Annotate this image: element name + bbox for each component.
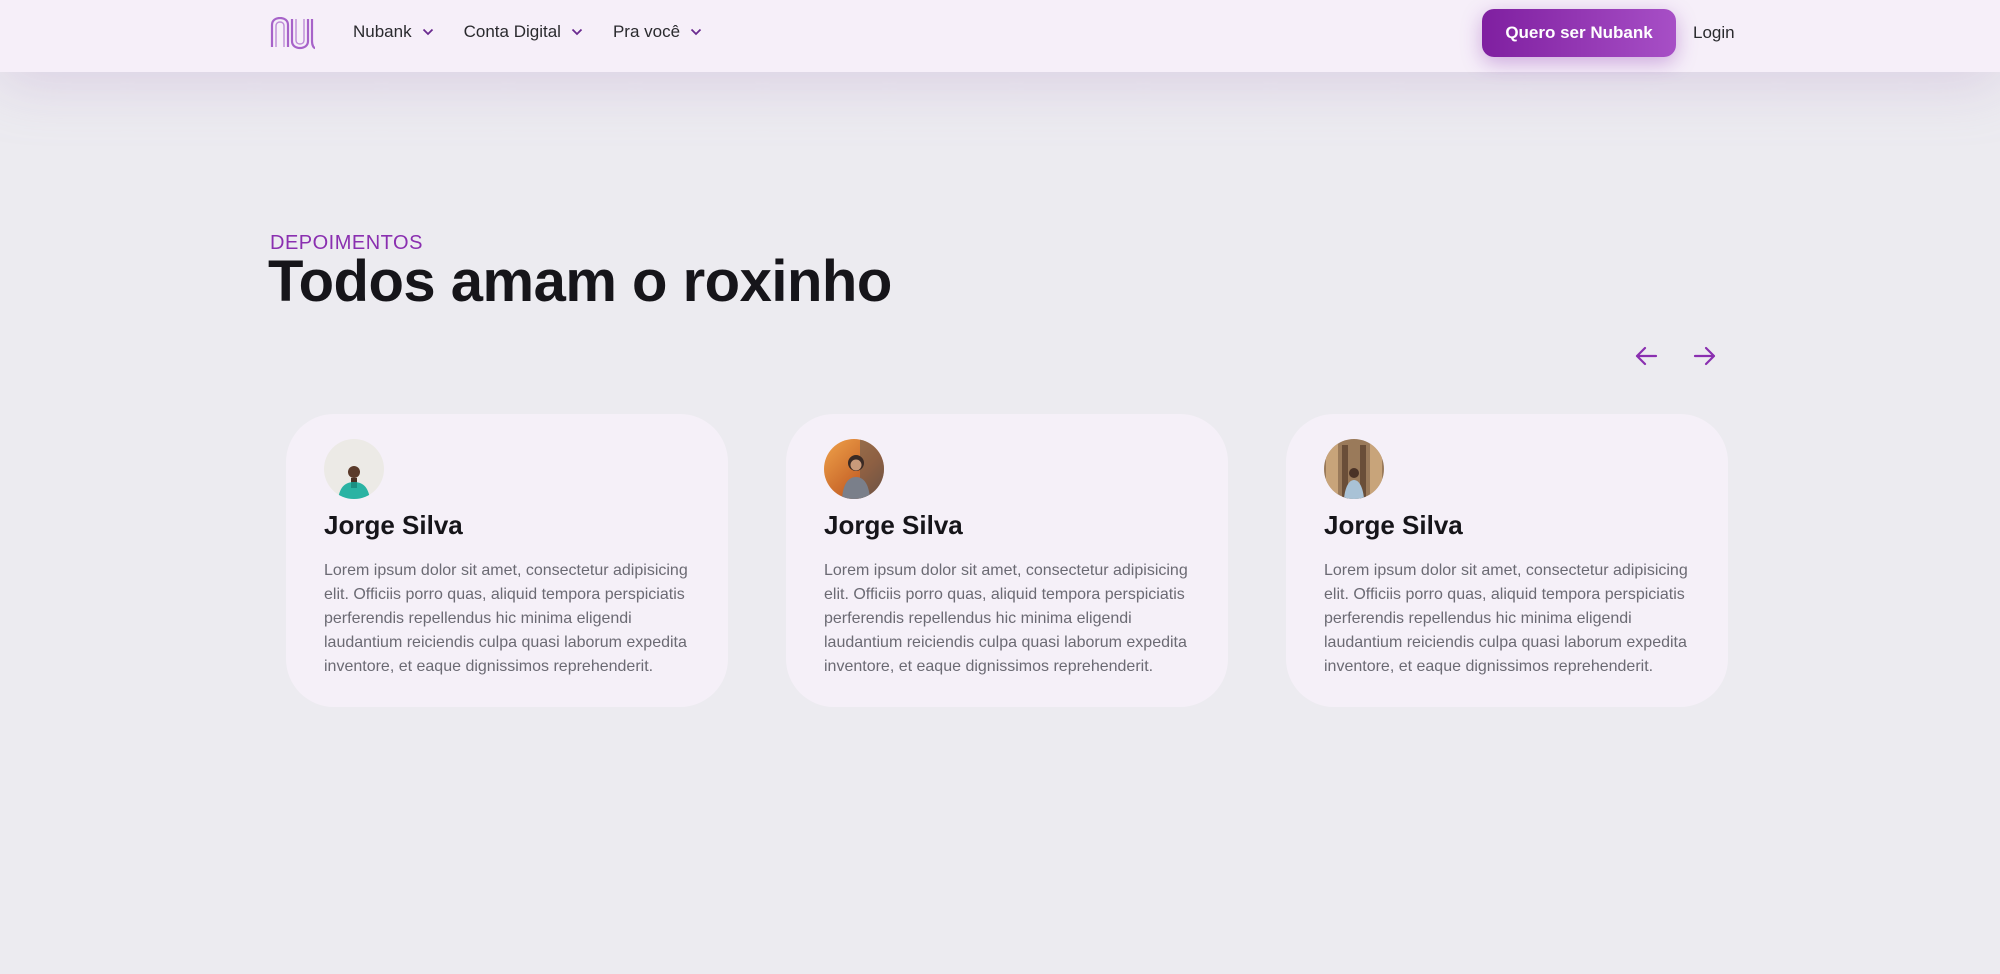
carousel-prev-button[interactable] xyxy=(1630,340,1662,372)
quero-ser-nubank-button[interactable]: Quero ser Nubank xyxy=(1482,9,1676,57)
site-header: Nubank Conta Digital Pra você Quero ser … xyxy=(0,0,2000,72)
avatar xyxy=(1324,439,1384,499)
nav-item-label: Conta Digital xyxy=(463,22,561,41)
avatar xyxy=(324,439,384,499)
testimonial-name: Jorge Silva xyxy=(324,510,463,540)
testimonial-card: Jorge Silva Lorem ipsum dolor sit amet, … xyxy=(786,414,1228,707)
testimonial-card: Jorge Silva Lorem ipsum dolor sit amet, … xyxy=(1286,414,1728,707)
nav-item-label: Nubank xyxy=(353,22,412,41)
testimonial-text: Lorem ipsum dolor sit amet, consectetur … xyxy=(1324,562,1688,675)
chevron-down-icon xyxy=(571,28,583,36)
carousel-next-button[interactable] xyxy=(1689,340,1721,372)
arrow-right-icon xyxy=(1693,346,1716,366)
section-title: Todos amam o roxinho xyxy=(268,249,892,314)
chevron-down-icon xyxy=(690,28,702,36)
nubank-logo-icon[interactable] xyxy=(270,17,316,50)
testimonial-name: Jorge Silva xyxy=(824,510,963,540)
main-nav: Nubank Conta Digital Pra você xyxy=(353,22,732,42)
testimonial-card: Jorge Silva Lorem ipsum dolor sit amet, … xyxy=(286,414,728,707)
nav-item-nubank[interactable]: Nubank xyxy=(353,22,434,42)
testimonial-name: Jorge Silva xyxy=(1324,510,1463,540)
arrow-left-icon xyxy=(1635,346,1658,366)
login-link[interactable]: Login xyxy=(1693,23,1735,43)
nav-item-conta-digital[interactable]: Conta Digital xyxy=(464,22,583,42)
testimonial-text: Lorem ipsum dolor sit amet, consectetur … xyxy=(324,562,688,675)
nav-item-pra-voce[interactable]: Pra você xyxy=(613,22,702,42)
testimonial-text: Lorem ipsum dolor sit amet, consectetur … xyxy=(824,562,1188,675)
nav-item-label: Pra você xyxy=(612,22,681,41)
chevron-down-icon xyxy=(422,28,433,36)
avatar xyxy=(824,439,884,499)
